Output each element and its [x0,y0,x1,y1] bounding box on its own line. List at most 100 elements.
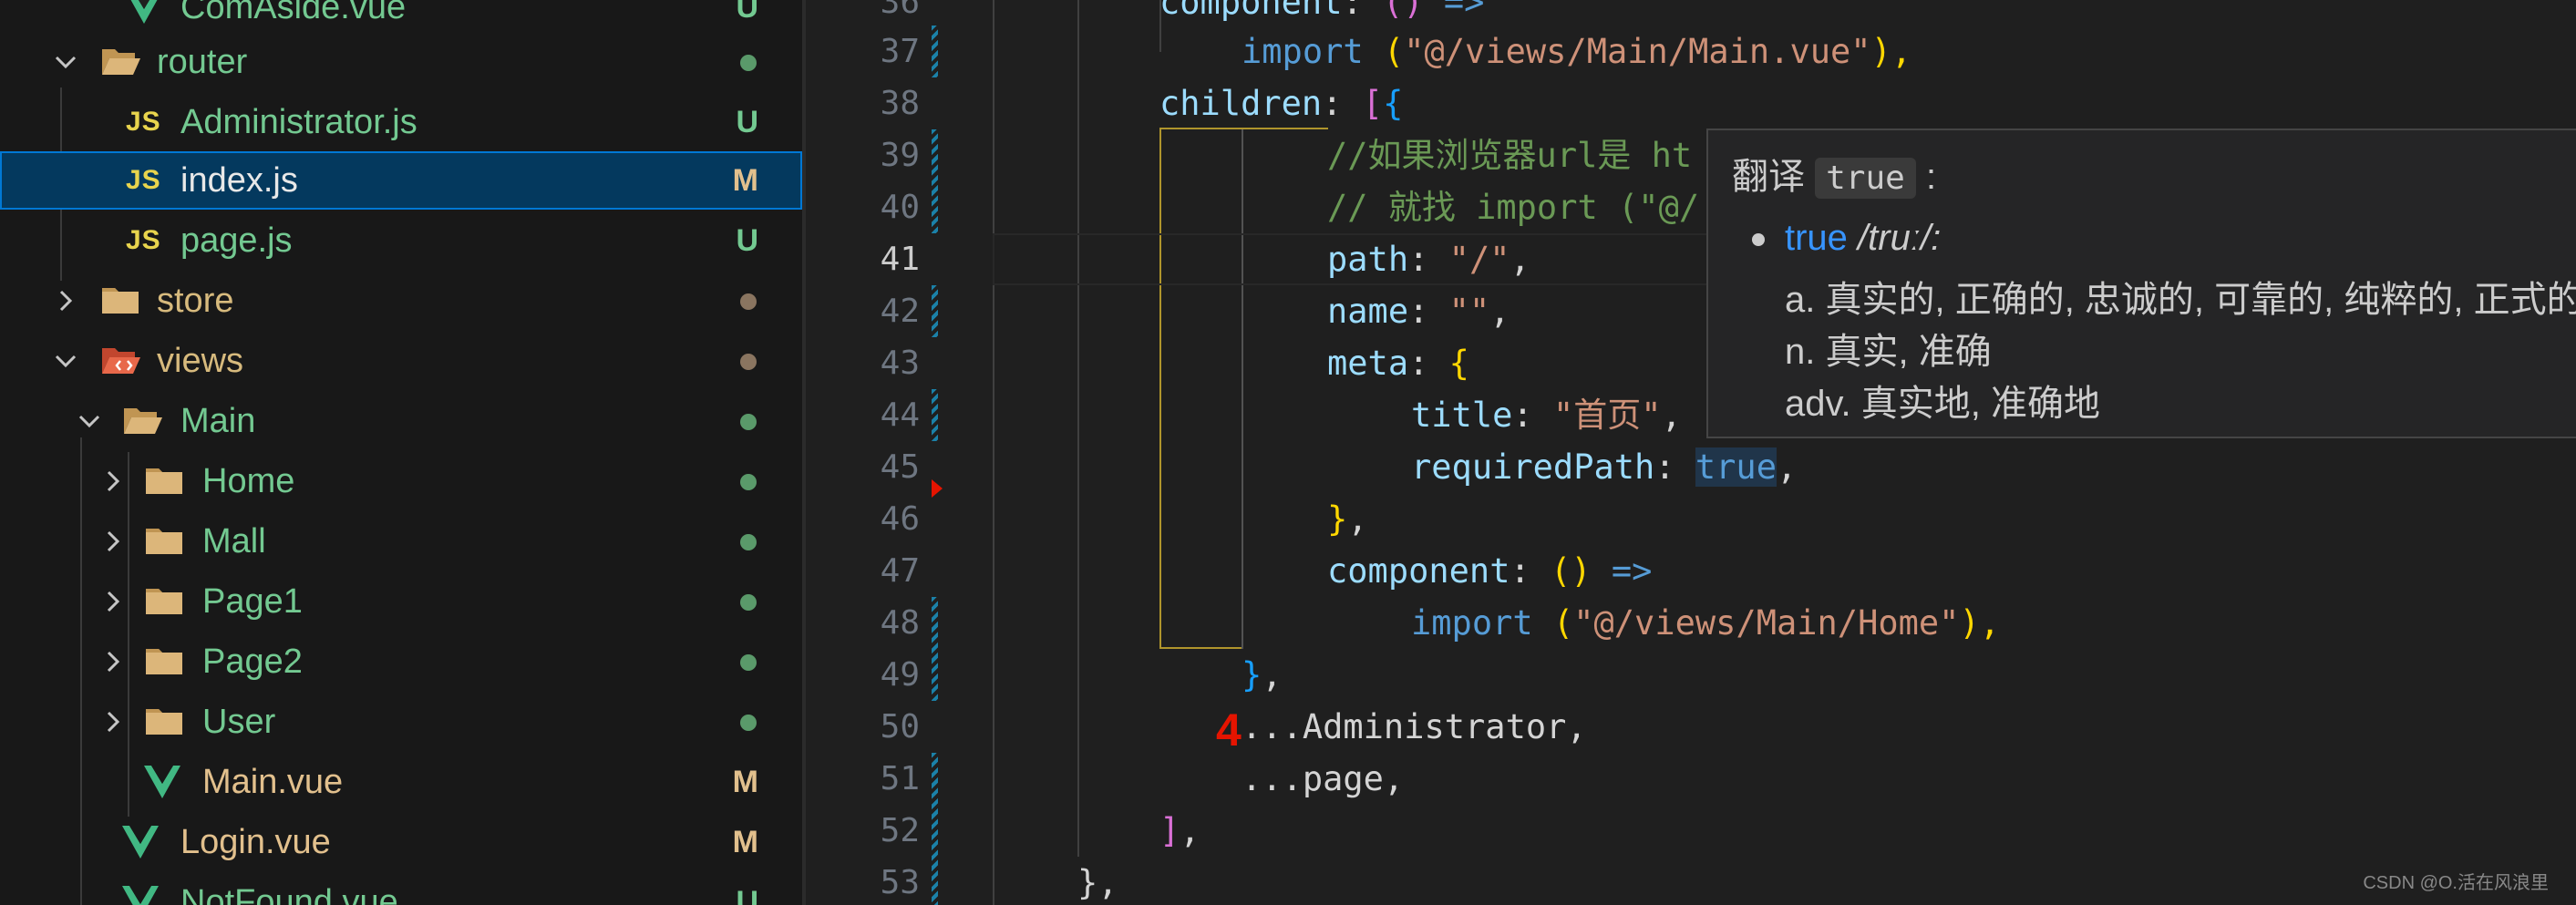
code-line-44[interactable]: title: "首页", [1411,389,1682,441]
chevron-right-icon [95,693,131,751]
tree-item-index-js[interactable]: JS index.js M [0,151,802,210]
code-line-37[interactable]: import ("@/views/Main/Main.vue"), [1242,26,1911,77]
tree-item-label: Home [202,462,295,500]
token: () [1551,551,1592,591]
tree-item-comaside-vue[interactable]: ComAside.vue U [0,0,802,36]
token: , [1510,240,1530,279]
tree-item-label: index.js [180,161,298,200]
tree-item-administrator-js[interactable]: JS Administrator.js U [0,93,802,151]
tooltip-definition-noun: n. 真实, 准确 [1785,332,1992,372]
tree-item-store-folder[interactable]: store [0,272,802,330]
git-status-dot [740,594,757,611]
token: ), [1959,603,2001,643]
git-status-badge: M [732,163,758,198]
code-line-36[interactable]: component: () => [1159,0,1484,28]
git-change-marker[interactable] [932,129,938,233]
tree-item-page-js[interactable]: JS page.js U [0,211,802,270]
line-number: 40 [880,189,920,226]
line-number: 53 [880,864,920,901]
line-number: 46 [880,500,920,538]
code-line-53[interactable]: }, [1077,857,1118,905]
git-status-dot [740,474,757,490]
chevron-down-icon [47,332,84,390]
token: ] [1159,811,1180,850]
git-change-marker[interactable] [932,389,938,441]
tree-item-mall-folder[interactable]: Mall [0,512,802,571]
explorer-sidebar: ComAside.vue U router JS Administrator.j… [0,0,802,905]
code-line-38[interactable]: children: [{ [1159,77,1403,129]
code-line-40-comment[interactable]: // 就找 import ("@/ [1327,181,1699,233]
token: path [1327,240,1409,279]
git-change-marker[interactable] [932,597,938,701]
annotation-number: 4 [1216,704,1242,756]
line-number: 49 [880,656,920,694]
tooltip-word[interactable]: true [1785,218,1848,258]
tree-item-label: Administrator.js [180,103,417,141]
token: : [1322,84,1363,123]
hovered-token[interactable]: true [1695,447,1777,487]
chevron-down-icon [71,392,108,450]
code-line-47[interactable]: component: () => [1327,545,1652,597]
code-line-41[interactable]: path: "/", [1327,233,1530,285]
tree-item-page1-folder[interactable]: Page1 [0,572,802,631]
token: => [1591,551,1653,591]
tree-item-label: Login.vue [180,823,331,861]
code-line-49[interactable]: }, [1242,649,1283,701]
git-change-marker[interactable] [932,26,938,77]
token: : [1342,0,1384,22]
tree-item-notfound-vue[interactable]: NotFound.vue U [0,873,802,905]
code-line-48[interactable]: import ("@/views/Main/Home"), [1411,597,2000,649]
tree-item-label: Main.vue [202,763,344,801]
tree-item-page2-folder[interactable]: Page2 [0,632,802,691]
token: "/" [1448,240,1510,279]
token: import [1411,603,1533,643]
bullet-icon [1752,233,1765,246]
git-status-dot [740,414,757,430]
tree-item-router-folder[interactable]: router [0,33,802,91]
line-number: 48 [880,604,920,642]
git-change-marker[interactable] [932,285,938,337]
token: () [1383,0,1424,22]
token: , [1180,811,1200,850]
code-line-52[interactable]: ], [1159,805,1200,857]
token: : [1510,551,1551,591]
tree-item-main-folder[interactable]: Main [0,392,802,450]
code-line-45[interactable]: requiredPath: true, [1411,441,1797,493]
code-line-51[interactable]: ...page, [1242,753,1404,805]
code-line-50[interactable]: ...Administrator, [1242,701,1587,753]
code-line-39-comment[interactable]: //如果浏览器url是 ht [1327,129,1692,181]
translation-hover-tooltip[interactable]: 翻译 true : true /truː/: a. 真实的, 正确的, 忠诚的,… [1706,129,2576,438]
tree-item-label: Main [180,402,256,440]
tree-item-views-folder[interactable]: views [0,332,802,390]
code-line-43[interactable]: meta: { [1327,337,1469,389]
code-line-46[interactable]: }, [1327,493,1368,545]
tree-item-login-vue[interactable]: Login.vue M [0,813,802,871]
token: , [1489,292,1510,331]
tree-item-label: store [157,282,234,320]
git-status-badge: U [736,0,758,25]
indent-guide [993,0,994,905]
code-line-42[interactable]: name: "", [1327,285,1510,337]
token: import [1242,32,1364,71]
git-status-dot [740,534,757,550]
indent-guide [1077,0,1079,857]
tree-item-main-vue[interactable]: Main.vue M [0,753,802,811]
line-number: 45 [880,448,920,486]
line-number-active: 41 [880,241,920,278]
js-file-icon: JS [126,107,161,137]
git-deleted-marker[interactable] [932,479,943,498]
line-number: 50 [880,708,920,746]
watermark: CSDN @O.活在风浪里 [2363,873,2549,893]
line-number: 42 [880,293,920,330]
git-change-marker[interactable] [932,753,938,905]
tree-item-home-folder[interactable]: Home [0,452,802,510]
git-status-dot [740,715,757,731]
tooltip-definition-adjective: a. 真实的, 正确的, 忠诚的, 可靠的, 纯粹的, 正式的 [1785,280,2576,320]
line-number: 39 [880,137,920,174]
token: } [1242,655,1262,694]
tree-item-user-folder[interactable]: User [0,693,802,751]
tooltip-word-line: true /truː/: [1785,218,1941,259]
token: ( [1363,32,1405,71]
chevron-right-icon [95,632,131,691]
git-status-dot [740,55,757,71]
